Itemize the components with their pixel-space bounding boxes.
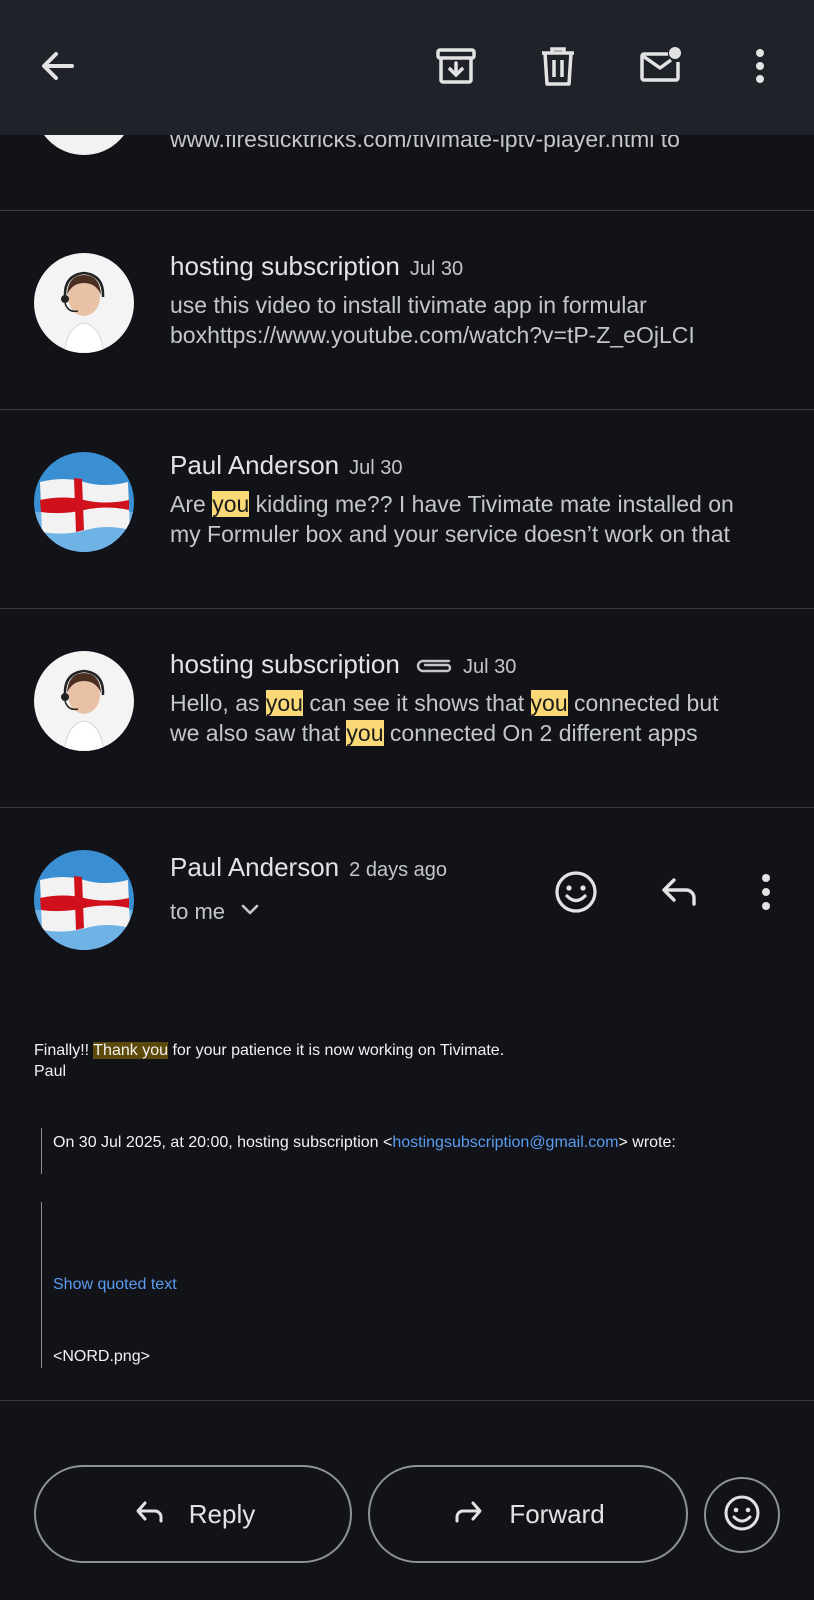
snippet-text: can see it shows that <box>302 690 531 716</box>
reply-label: Reply <box>188 1498 256 1529</box>
reply-icon[interactable] <box>656 868 704 916</box>
snippet-text: connected but <box>567 690 719 716</box>
attachment-text: <NORD.png> <box>53 1348 150 1365</box>
thread-date: Jul 30 <box>463 656 517 678</box>
snippet-text: Are <box>170 491 213 517</box>
avatar <box>34 651 134 751</box>
forward-label: Forward <box>509 1498 605 1529</box>
search-highlight: you <box>530 690 568 716</box>
forward-button[interactable]: Forward <box>368 1465 688 1563</box>
message-date: 2 days ago <box>349 859 447 881</box>
snippet-text: kidding me?? I have Tivimate mate instal… <box>249 491 734 517</box>
search-highlight: you <box>265 690 303 716</box>
avatar <box>34 850 134 950</box>
quote-bar <box>41 1128 42 1174</box>
message-body: Finally!! Thank you for your patience it… <box>34 1040 504 1061</box>
quote-bar <box>41 1202 42 1368</box>
quote-header: On 30 Jul 2025, at 20:00, hosting subscr… <box>53 1132 676 1153</box>
reply-button[interactable]: Reply <box>34 1465 352 1563</box>
divider <box>0 1400 814 1401</box>
attachment-icon <box>413 651 453 682</box>
avatar <box>34 253 134 353</box>
emoji-reaction-button[interactable] <box>704 1477 780 1553</box>
thread-sender: Paul Anderson Jul 30 <box>170 450 403 481</box>
message-signature: Paul <box>34 1063 67 1080</box>
mark-unread-icon[interactable] <box>638 44 682 88</box>
search-highlight: Thank you <box>93 1042 168 1059</box>
more-vert-icon[interactable] <box>746 868 786 916</box>
snippet-text: we also saw that <box>170 720 347 746</box>
forward-icon <box>451 1493 487 1536</box>
body-text: for your patience it is now working on T… <box>168 1042 505 1059</box>
thread-snippet-line2: we also saw that you connected On 2 diff… <box>170 718 790 748</box>
emoji-react-icon[interactable] <box>552 868 600 916</box>
sender-name: hosting subscription <box>170 649 400 679</box>
recipient-toggle[interactable]: to me <box>170 898 261 926</box>
thread-item[interactable]: hosting subscription Jul 30 use this vide… <box>0 211 814 409</box>
emoji-icon <box>722 1493 762 1538</box>
more-vert-icon[interactable] <box>738 44 782 88</box>
delete-icon[interactable] <box>536 44 580 88</box>
sender-name: hosting subscription <box>170 251 400 281</box>
archive-icon[interactable] <box>434 44 478 88</box>
thread-sender: hosting subscription Jul 30 <box>170 649 516 682</box>
thread-snippet-line2: boxhttps://www.youtube.com/watch?v=tP-Z_… <box>170 322 695 348</box>
thread-snippet-line2: my Formuler box and your service doesn’t… <box>170 521 730 547</box>
thread-item[interactable]: Paul Anderson Jul 30 Are you kidding me??… <box>0 410 814 608</box>
thread-date: Jul 30 <box>349 457 403 479</box>
avatar <box>34 452 134 552</box>
email-link[interactable]: hostingsubscription@gmail.com <box>392 1134 618 1151</box>
recipient-label: to me <box>170 899 226 924</box>
thread-date: Jul 30 <box>409 258 464 280</box>
thread-snippet: use this video to install tivimate app i… <box>170 292 647 318</box>
quote-text: On 30 Jul 2025, at 20:00, hosting subscr… <box>53 1134 393 1151</box>
search-highlight: you <box>346 720 384 746</box>
thread-snippet: Are you kidding me?? I have Tivimate mat… <box>170 489 790 519</box>
quote-text: > wrote: <box>618 1134 676 1151</box>
thread-sender: hosting subscription Jul 30 <box>170 251 463 282</box>
sender-name: Paul Anderson <box>170 852 340 882</box>
open-message: Paul Anderson 2 days ago to me <box>0 808 814 1398</box>
top-app-bar <box>0 0 814 135</box>
show-quoted-text-link[interactable]: Show quoted text <box>53 1274 177 1295</box>
body-text: Finally!! <box>34 1042 94 1059</box>
back-arrow-icon[interactable] <box>36 44 80 88</box>
snippet-text: Hello, as <box>170 690 266 716</box>
search-highlight: you <box>212 491 250 517</box>
snippet-text: connected On 2 different apps <box>383 720 698 746</box>
message-sender: Paul Anderson 2 days ago <box>170 852 447 883</box>
chevron-down-icon <box>239 898 261 926</box>
reply-icon <box>131 1493 167 1536</box>
thread-snippet: Hello, as you can see it shows that you … <box>170 688 790 718</box>
sender-name: Paul Anderson <box>170 450 340 480</box>
thread-item[interactable]: hosting subscription Jul 30 Hello, as yo… <box>0 609 814 807</box>
